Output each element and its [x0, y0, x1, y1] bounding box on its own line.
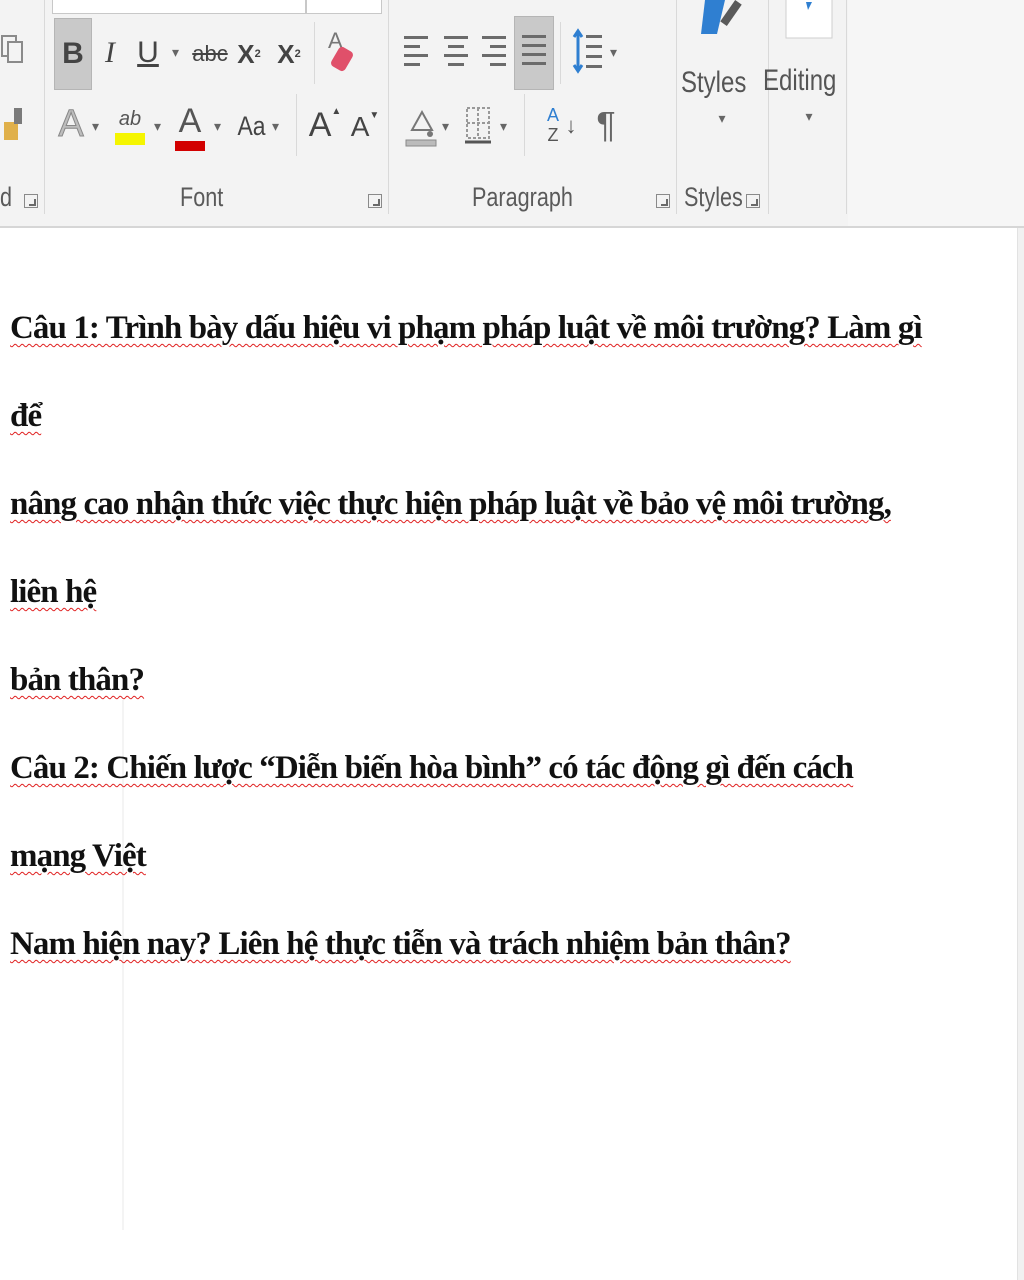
styles-dropdown-icon: ▾	[718, 110, 726, 126]
bold-button-label: B	[62, 37, 84, 70]
font-name-box[interactable]	[52, 0, 306, 14]
show-formatting-button[interactable]: ¶	[590, 100, 622, 150]
superscript-button[interactable]: X2	[274, 34, 304, 74]
shading-icon[interactable]	[404, 100, 438, 150]
superscript-label: X	[277, 38, 295, 69]
clipboard-group-label: d	[0, 182, 13, 212]
font-inner-divider-2	[296, 94, 297, 156]
editing-dropdown-icon: ▾	[805, 108, 813, 124]
editing-button-label: Editing	[763, 64, 837, 97]
align-left-icon[interactable]	[404, 36, 428, 72]
styles-icon	[701, 0, 742, 34]
highlight-label: ab	[118, 107, 142, 130]
change-case-dropdown-icon[interactable]: ▾	[272, 118, 279, 135]
font-color-dropdown-icon[interactable]: ▾	[214, 118, 221, 135]
align-center-icon[interactable]	[444, 36, 468, 72]
italic-button[interactable]: I	[96, 30, 124, 76]
grow-font-label: A	[308, 105, 332, 144]
clear-formatting-icon[interactable]: A	[322, 24, 360, 78]
subscript-mark: 2	[254, 48, 261, 60]
strikethrough-button[interactable]: abc	[192, 34, 228, 74]
question-1-paragraph[interactable]: Câu 1: Trình bày dấu hiệu vi phạm pháp l…	[10, 284, 930, 724]
ribbon: d B I U ▾ abc X2 X2 A A ▾ ab ▾ A ▾ Aa ▾	[0, 0, 1024, 228]
question-2-paragraph[interactable]: Câu 2: Chiến lược “Diễn biến hòa bình” c…	[10, 724, 930, 988]
underline-dropdown-icon[interactable]: ▾	[172, 44, 179, 61]
pilcrow-icon: ¶	[596, 104, 616, 145]
shrink-font-label: A	[350, 111, 370, 142]
line-spacing-icon[interactable]	[572, 24, 606, 80]
sort-a-label: A	[546, 105, 559, 125]
justify-button[interactable]	[514, 16, 554, 90]
font-color-label: A	[178, 102, 202, 140]
question-2-line-1: Câu 2: Chiến lược “Diễn biến hòa bình” c…	[10, 750, 854, 874]
subscript-button[interactable]: X2	[234, 34, 264, 74]
font-color-button[interactable]: A	[172, 98, 208, 156]
borders-icon[interactable]	[462, 100, 494, 150]
underline-button-label: U	[137, 36, 159, 69]
paragraph-inner-divider	[560, 22, 561, 84]
align-right-icon[interactable]	[482, 36, 506, 72]
highlight-button[interactable]: ab	[112, 96, 148, 156]
grow-arrow-icon: ▲	[331, 105, 342, 117]
shrink-arrow-icon: ▼	[369, 109, 380, 121]
ribbon-empty-area	[848, 0, 1024, 226]
font-size-box[interactable]	[306, 0, 382, 14]
shading-dropdown-icon[interactable]: ▾	[442, 118, 449, 135]
font-group-label: Font	[180, 182, 224, 212]
shrink-font-button[interactable]: A ▼	[350, 106, 380, 148]
grow-font-button[interactable]: A ▲	[308, 102, 342, 148]
change-case-label: Aa	[237, 110, 267, 141]
justify-icon	[522, 35, 546, 71]
superscript-mark: 2	[294, 48, 301, 60]
bold-button[interactable]: B	[54, 18, 92, 90]
clipboard-launcher-icon[interactable]	[24, 194, 38, 208]
change-case-button[interactable]: Aa	[232, 104, 272, 148]
group-divider	[44, 0, 45, 214]
group-divider	[846, 0, 847, 214]
text-effects-dropdown-icon[interactable]: ▾	[92, 118, 99, 135]
question-1-line-1: Câu 1: Trình bày dấu hiệu vi phạm pháp l…	[10, 310, 923, 434]
paragraph-launcher-icon[interactable]	[656, 194, 670, 208]
paragraph-group-label: Paragraph	[472, 182, 573, 212]
strikethrough-button-label: abc	[192, 41, 228, 66]
styles-button[interactable]: Styles ▾	[681, 0, 754, 150]
find-icon	[785, 0, 833, 39]
format-painter-icon[interactable]	[0, 102, 30, 146]
copy-icon[interactable]	[0, 28, 28, 72]
italic-button-label: I	[105, 36, 115, 69]
question-2-line-2: Nam hiện nay? Liên hệ thực tiễn và trách…	[10, 926, 792, 962]
group-divider	[676, 0, 677, 214]
text-effects-button[interactable]: A	[56, 100, 86, 148]
borders-dropdown-icon[interactable]: ▾	[500, 118, 507, 135]
group-divider	[768, 0, 769, 214]
question-1-line-2: nâng cao nhận thức việc thực hiện pháp l…	[10, 486, 892, 610]
paragraph-inner-divider-2	[524, 94, 525, 156]
document-body[interactable]: Câu 1: Trình bày dấu hiệu vi phạm pháp l…	[10, 284, 930, 988]
subscript-label: X	[237, 38, 255, 69]
highlight-dropdown-icon[interactable]: ▾	[154, 118, 161, 135]
font-color-swatch	[175, 141, 205, 151]
sort-arrow-icon: ↓	[565, 113, 577, 138]
highlight-color-swatch	[115, 132, 145, 145]
editing-button[interactable]: Editing ▾	[763, 0, 844, 150]
styles-button-label: Styles	[681, 66, 747, 99]
line-spacing-dropdown-icon[interactable]: ▾	[610, 44, 617, 61]
styles-launcher-icon[interactable]	[746, 194, 760, 208]
underline-button[interactable]: U	[134, 30, 162, 76]
font-launcher-icon[interactable]	[368, 194, 382, 208]
group-divider	[388, 0, 389, 214]
styles-group-label: Styles	[684, 182, 743, 212]
question-1-line-3: bản thân?	[10, 662, 145, 698]
text-effects-label: A	[58, 102, 84, 145]
sort-z-label: Z	[547, 125, 559, 145]
page-edge	[1017, 228, 1024, 1280]
font-inner-divider	[314, 22, 315, 84]
